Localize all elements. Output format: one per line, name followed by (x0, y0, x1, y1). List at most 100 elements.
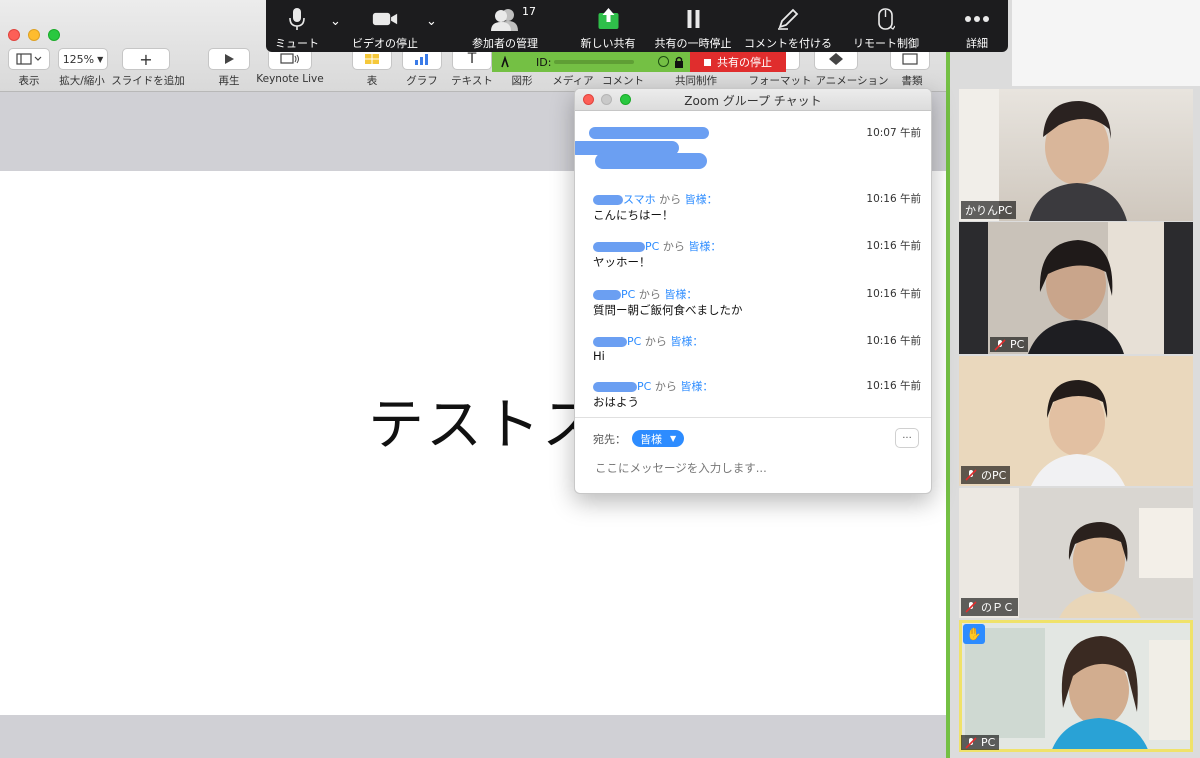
chat-more-options-button[interactable]: ··· (895, 428, 919, 448)
muted-mic-icon (965, 736, 977, 749)
meeting-id-label: ID: (536, 55, 552, 69)
manage-participants-button[interactable]: 17 参加者の管理 (472, 0, 538, 52)
message-recipient[interactable]: 皆様： (664, 288, 697, 301)
more-button[interactable]: 詳細 (964, 0, 990, 52)
window-zoom-button[interactable] (48, 29, 60, 41)
zoom-label: 拡大/縮小 (59, 75, 105, 87)
window-minimize-button[interactable] (28, 29, 40, 41)
chat-divider (575, 417, 931, 418)
message-text: 質問ー朝ご飯何食べましたか (593, 303, 743, 317)
message-header: PC から 皆様： 10:16 午前 (593, 378, 921, 393)
participant-name-tag: PC (961, 735, 1000, 750)
mute-label: ミュート (275, 37, 319, 50)
document-panel-icon (902, 53, 918, 65)
message-text: おはよう (593, 395, 639, 409)
participant-name: のＰＣ (981, 601, 1014, 614)
zoom-level-select[interactable]: 125% ▼ (58, 48, 108, 70)
chat-message: PC から 皆様： 10:16 午前 ヤッホー！ (593, 238, 921, 270)
message-time: 10:16 午前 (866, 193, 921, 205)
message-sender: スマホ (623, 193, 656, 206)
video-camera-icon (372, 12, 398, 26)
chat-titlebar[interactable]: Zoom グループ チャット (575, 89, 931, 111)
add-slide-button[interactable]: + (122, 48, 170, 70)
play-icon (225, 54, 234, 64)
video-tile[interactable]: のPC (959, 356, 1193, 486)
microphone-icon (289, 8, 305, 30)
zoom-group-chat-window: Zoom グループ チャット 10:07 午前 スマホ から 皆様： 10:16… (574, 88, 932, 494)
message-recipient[interactable]: 皆様： (680, 380, 713, 393)
muted-mic-icon (994, 338, 1006, 351)
stop-share-button[interactable]: 共有の停止 (690, 52, 786, 72)
annotate-label: コメントを付ける (744, 37, 832, 50)
stop-square-icon (704, 58, 711, 66)
remote-control-button[interactable]: リモート制御 (853, 0, 919, 52)
recipient-value: 皆様 (640, 432, 662, 446)
participant-video (1028, 222, 1164, 354)
animate-label: アニメーション (815, 75, 889, 87)
recipient-select[interactable]: 皆様 ▼ (632, 430, 685, 447)
redaction-scribble (593, 290, 621, 300)
view-menu-button[interactable] (8, 48, 50, 70)
document-label: 書類 (901, 75, 923, 87)
pause-icon (687, 10, 699, 28)
redaction-scribble (593, 382, 637, 392)
participant-name: のPC (981, 469, 1007, 482)
stop-video-button[interactable]: ビデオの停止 (352, 0, 418, 52)
lock-icon (675, 56, 683, 68)
message-time: 10:16 午前 (866, 335, 921, 347)
recipient-row: 宛先： 皆様 ▼ (593, 430, 685, 447)
pause-share-label: 共有の一時停止 (654, 37, 732, 50)
diamond-icon (829, 53, 843, 65)
recipient-label: 宛先： (593, 432, 626, 446)
audio-options-chevron-icon[interactable]: ⌄ (330, 14, 341, 29)
video-tile[interactable]: のＰＣ (959, 488, 1193, 618)
video-tile[interactable]: かりんPC (959, 89, 1193, 221)
message-from: から (659, 193, 682, 206)
table-icon (365, 54, 379, 64)
remote-control-label: リモート制御 (853, 37, 919, 50)
video-tile-active-speaker[interactable]: ✋ PC (959, 620, 1193, 752)
message-recipient[interactable]: 皆様： (688, 240, 721, 253)
participant-name-tag: のＰＣ (961, 598, 1018, 616)
slide-title-text[interactable]: テストス (368, 380, 600, 461)
participants-icon (491, 9, 518, 31)
stop-video-label: ビデオの停止 (352, 37, 418, 50)
video-options-chevron-icon[interactable]: ⌄ (426, 14, 437, 29)
chat-message-input[interactable]: ここにメッセージを入力します... (595, 460, 767, 476)
collaborate-label: 共同制作 (675, 75, 717, 87)
annotate-button[interactable]: コメントを付ける (744, 0, 832, 52)
format-label: フォーマット (748, 75, 812, 87)
participant-name: PC (1010, 338, 1025, 351)
participant-count: 17 (522, 5, 536, 18)
mute-button[interactable]: ミュート (275, 0, 319, 52)
meeting-id-area[interactable]: ID: (492, 52, 690, 72)
redaction-scribble (593, 195, 623, 205)
play-button[interactable] (208, 48, 250, 70)
window-close-button[interactable] (8, 29, 20, 41)
media-label: メディア (552, 75, 594, 87)
message-time: 10:16 午前 (866, 240, 921, 252)
background-area (1012, 0, 1200, 86)
chat-message: PC から 皆様： 10:16 午前 おはよう (593, 378, 921, 410)
view-label: 表示 (18, 75, 40, 87)
muted-mic-icon (965, 469, 977, 481)
participant-name-tag: かりんPC (961, 201, 1017, 219)
chat-message: スマホ から 皆様： 10:16 午前 こんにちはー！ (593, 191, 921, 223)
sidebar-view-icon (16, 53, 42, 65)
redaction-scribble (595, 153, 707, 169)
new-share-button[interactable]: 新しい共有 (581, 0, 636, 52)
message-header: スマホ から 皆様： 10:16 午前 (593, 191, 921, 206)
message-recipient[interactable]: 皆様： (670, 335, 703, 348)
new-share-label: 新しい共有 (580, 37, 636, 50)
pause-share-button[interactable]: 共有の一時停止 (655, 0, 732, 52)
video-tile[interactable]: PC (988, 222, 1164, 354)
message-from: から (662, 240, 685, 253)
caret-down-icon: ▼ (670, 434, 677, 443)
participant-name: かりんPC (965, 204, 1013, 217)
message-recipient[interactable]: 皆様： (685, 193, 718, 206)
message-header: PC から 皆様： 10:16 午前 (593, 333, 921, 348)
raised-hand-icon: ✋ (963, 624, 985, 644)
shape-label: 図形 (511, 75, 533, 87)
message-sender: PC (637, 380, 652, 393)
video-tile-edge (959, 222, 988, 354)
